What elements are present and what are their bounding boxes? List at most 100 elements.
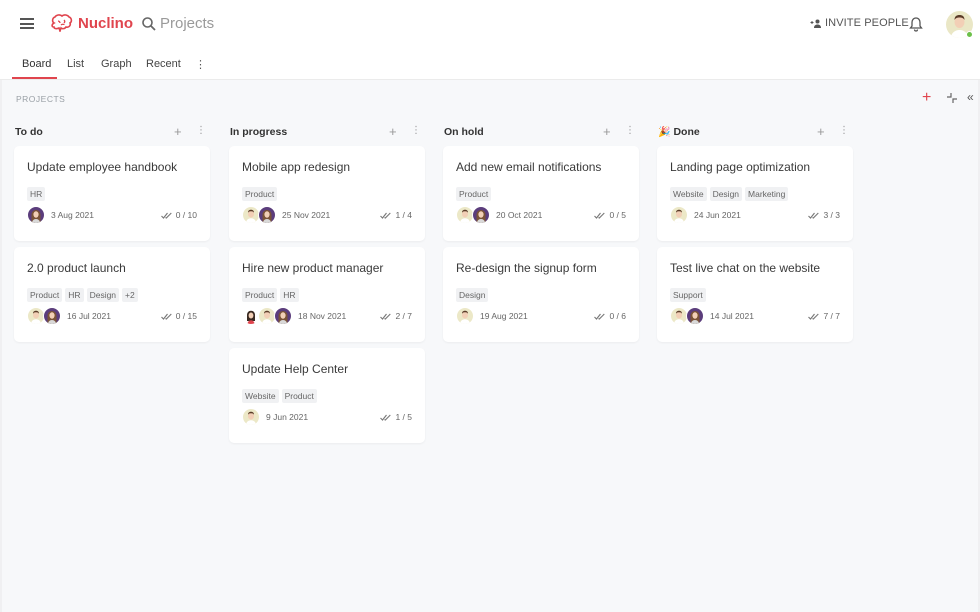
tag[interactable]: Design [456, 288, 489, 302]
search-context-label[interactable]: Projects [160, 15, 214, 32]
tag[interactable]: Design [86, 288, 120, 302]
card[interactable]: Test live chat on the website Support 14 J… [657, 247, 853, 342]
progress-count: 1 / 4 [395, 210, 412, 220]
add-card-icon[interactable]: + [389, 124, 397, 139]
column-title-text: On hold [444, 126, 484, 138]
tab-list[interactable]: List [67, 58, 84, 70]
column-title-text: Done [673, 126, 700, 138]
tag[interactable]: Product [242, 288, 278, 302]
assignee-avatar[interactable] [43, 307, 61, 325]
assignees [242, 307, 292, 325]
add-column-icon[interactable]: + [922, 90, 931, 106]
card[interactable]: Landing page optimization Website Design Ma… [657, 146, 853, 241]
board-column: In progress + ⋮ Mobile app redesign Product 2… [229, 120, 425, 449]
man-avatar-icon [457, 310, 473, 324]
tab-recent[interactable]: Recent [146, 58, 181, 70]
column-more-icon[interactable]: ⋮ [196, 125, 206, 136]
card-tags: Website Product [242, 389, 412, 403]
tag[interactable]: Website [242, 389, 279, 403]
card-tags: HR [27, 187, 197, 201]
assignee-avatar[interactable] [456, 307, 474, 325]
card[interactable]: Update employee handbook HR 3 Aug 2021 0 / … [14, 146, 210, 241]
hide-sidebar-icon[interactable]: « [967, 90, 974, 104]
card-tags: Website Design Marketing [670, 187, 840, 201]
double-check-icon [808, 212, 820, 219]
card-tags: Product HR Design +2 [27, 288, 197, 302]
tag[interactable]: Website [670, 187, 707, 201]
card-title[interactable]: Mobile app redesign [242, 160, 412, 174]
due-date: 16 Jul 2021 [67, 311, 111, 321]
tag[interactable]: HR [280, 288, 299, 302]
assignee-avatar[interactable] [27, 206, 45, 224]
add-card-icon[interactable]: + [603, 124, 611, 139]
card-title[interactable]: Test live chat on the website [670, 261, 840, 275]
column-title[interactable]: To do [15, 126, 43, 138]
assignee-avatar[interactable] [686, 307, 704, 325]
tag[interactable]: Product [242, 187, 278, 201]
tab-board[interactable]: Board [22, 58, 51, 70]
tag[interactable]: HR [65, 288, 84, 302]
card[interactable]: Add new email notifications Product 20 Oct… [443, 146, 639, 241]
search-icon[interactable] [141, 16, 157, 32]
card-tags: Product [242, 187, 412, 201]
man-avatar-icon [259, 310, 275, 324]
tag[interactable]: Product [456, 187, 492, 201]
tag[interactable]: Design [709, 187, 743, 201]
column-header: In progress + ⋮ [229, 120, 425, 146]
card-title[interactable]: Landing page optimization [670, 160, 840, 174]
brain-logo-icon [51, 14, 73, 32]
card-title[interactable]: Update employee handbook [27, 160, 197, 174]
add-card-icon[interactable]: + [817, 124, 825, 139]
card[interactable]: Re-design the signup form Design 19 Aug 20… [443, 247, 639, 342]
top-bar: Nuclino Projects INVITE PEOPLE [0, 0, 980, 48]
add-card-icon[interactable]: + [174, 124, 182, 139]
column-more-icon[interactable]: ⋮ [411, 125, 421, 136]
assignee-avatar[interactable] [472, 206, 490, 224]
card[interactable]: Hire new product manager Product HR 18 Nov … [229, 247, 425, 342]
bell-icon[interactable] [909, 16, 923, 32]
checklist-progress: 0 / 15 [160, 311, 197, 321]
card-footer: 20 Oct 2021 0 / 5 [456, 205, 626, 225]
collapse-icon[interactable] [946, 92, 958, 104]
card-title[interactable]: 2.0 product launch [27, 261, 197, 275]
tag[interactable]: Product [281, 389, 317, 403]
column-title[interactable]: On hold [444, 126, 484, 138]
assignee-avatar[interactable] [242, 408, 260, 426]
double-check-icon [594, 313, 606, 320]
card[interactable]: Mobile app redesign Product 25 Nov 2021 1 /… [229, 146, 425, 241]
column-title[interactable]: In progress [230, 126, 287, 138]
assignee-avatar[interactable] [670, 206, 688, 224]
card-title[interactable]: Re-design the signup form [456, 261, 626, 275]
card-tags: Product HR [242, 288, 412, 302]
assignee-avatar[interactable] [274, 307, 292, 325]
tag[interactable]: Support [670, 288, 706, 302]
card-footer: 3 Aug 2021 0 / 10 [27, 205, 197, 225]
tabs-more-icon[interactable]: ⋮ [195, 58, 206, 71]
progress-count: 0 / 5 [609, 210, 626, 220]
column-more-icon[interactable]: ⋮ [839, 125, 849, 136]
assignees [456, 307, 474, 325]
tag[interactable]: HR [27, 187, 46, 201]
due-date: 24 Jun 2021 [694, 210, 741, 220]
woman-avatar-icon [275, 311, 291, 324]
column-more-icon[interactable]: ⋮ [625, 125, 635, 136]
board-column: To do + ⋮ Update employee handbook HR 3 Aug 2… [14, 120, 210, 348]
card-tags: Support [670, 288, 840, 302]
double-check-icon [160, 212, 172, 219]
woman-avatar-icon [28, 210, 44, 223]
column-title[interactable]: 🎉 Done [658, 126, 700, 138]
woman-avatar-icon [687, 311, 703, 324]
tab-graph[interactable]: Graph [101, 58, 132, 70]
card-title[interactable]: Update Help Center [242, 362, 412, 376]
tag[interactable]: Product [27, 288, 63, 302]
card[interactable]: 2.0 product launch Product HR Design +2 16 Ju… [14, 247, 210, 342]
tag[interactable]: +2 [122, 288, 138, 302]
tag[interactable]: Marketing [745, 187, 789, 201]
invite-people-button[interactable]: INVITE PEOPLE [810, 17, 909, 29]
card-title[interactable]: Hire new product manager [242, 261, 412, 275]
logo[interactable]: Nuclino [50, 14, 133, 32]
card[interactable]: Update Help Center Website Product 9 Jun 20… [229, 348, 425, 443]
card-title[interactable]: Add new email notifications [456, 160, 626, 174]
assignee-avatar[interactable] [258, 206, 276, 224]
hamburger-menu-icon[interactable] [20, 18, 34, 29]
